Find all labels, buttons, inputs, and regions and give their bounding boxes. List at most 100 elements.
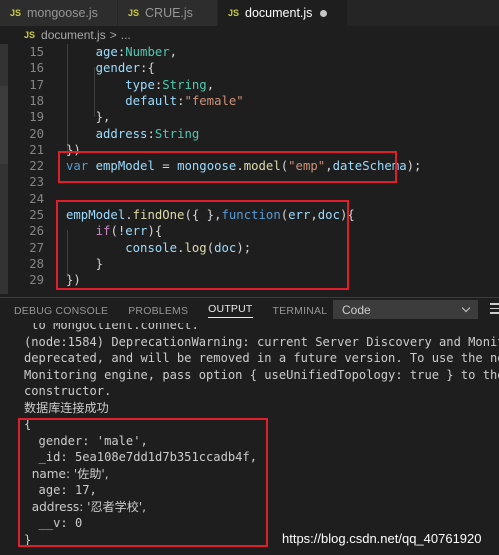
code-token: doc: [214, 240, 237, 255]
line-number: 24: [29, 191, 44, 206]
javascript-file-icon: JS: [24, 30, 36, 40]
code-line[interactable]: 22 var empModel = mongoose.model("emp",da…: [8, 158, 499, 174]
code-token: log: [184, 240, 207, 255]
code-editor[interactable]: 15 age:Number, 16 gender:{17 type:String,…: [8, 44, 499, 294]
code-line[interactable]: 26 if(!err){: [8, 223, 499, 239]
code-token: ({ },: [184, 208, 222, 222]
code-line[interactable]: 25 empModel.findOne({ },function(err,doc)…: [8, 207, 499, 223]
tab-mongoose-js[interactable]: JS mongoose.js: [0, 0, 118, 26]
line-number: 28: [29, 256, 44, 271]
breadcrumb-separator: >: [109, 28, 117, 42]
code-text: type:String,: [66, 77, 214, 93]
code-token: model: [243, 159, 281, 174]
line-number: 21: [29, 142, 44, 157]
code-token: ,: [169, 45, 178, 59]
line-number: 19: [29, 110, 44, 125]
code-token: "emp": [288, 159, 326, 174]
line-number: 23: [29, 175, 44, 190]
tab-problems[interactable]: PROBLEMS: [128, 305, 188, 317]
code-text: }: [66, 256, 103, 272]
code-token: if: [95, 224, 111, 239]
code-token: }): [66, 142, 81, 157]
output-line: gender: 'male',: [24, 433, 148, 448]
code-token: function: [221, 208, 281, 222]
code-line[interactable]: 28 }: [8, 256, 499, 272]
code-line[interactable]: 16 gender:{: [8, 60, 499, 76]
output-panel: to MongoClient.connect. (node:1584) Depre…: [0, 323, 499, 555]
code-line[interactable]: 18 default:"female": [8, 93, 499, 109]
chevron-down-icon: [461, 303, 471, 313]
code-text: gender:{: [66, 60, 155, 76]
line-number: 16: [29, 61, 44, 76]
code-token: err: [288, 208, 311, 222]
list-menu-icon[interactable]: [490, 303, 499, 315]
output-line: (node:1584) DeprecationWarning: current …: [24, 334, 499, 349]
code-token: ,: [325, 159, 333, 174]
editor-scrollbar[interactable]: [489, 44, 499, 294]
output-line: deprecated, and will be removed in a fut…: [24, 351, 499, 365]
code-token: :: [147, 126, 155, 141]
code-text: empModel.findOne({ },function(err,doc){: [66, 207, 355, 223]
code-token: String: [154, 126, 200, 141]
line-number: 25: [29, 208, 44, 222]
code-line[interactable]: 23: [8, 174, 499, 190]
code-line[interactable]: 17 type:String,: [8, 77, 499, 93]
code-token: mongoose: [177, 159, 237, 174]
output-line: name: '佐助',: [24, 466, 109, 481]
code-token: dateSchema: [332, 159, 407, 174]
line-number: 17: [29, 77, 44, 92]
code-token: var: [66, 159, 89, 174]
code-token: ,: [310, 208, 318, 222]
output-channel-select[interactable]: Code: [333, 300, 478, 319]
code-line[interactable]: 21}): [8, 142, 499, 158]
code-line[interactable]: 29}): [8, 272, 499, 288]
unsaved-dot-icon[interactable]: [320, 9, 328, 17]
code-token: console: [125, 240, 178, 255]
tab-debug-console[interactable]: DEBUG CONSOLE: [14, 305, 108, 317]
code-token: ){: [339, 208, 355, 222]
output-line: _id: 5ea108e7dd1d7b351ccadb4f,: [24, 450, 257, 464]
code-line[interactable]: 19 },: [8, 109, 499, 125]
code-token: );: [406, 159, 422, 174]
code-line[interactable]: 27 console.log(doc);: [8, 240, 499, 256]
code-token: Number: [125, 45, 170, 59]
tab-output[interactable]: OUTPUT: [208, 303, 253, 318]
code-token: }: [66, 256, 104, 271]
tab-terminal[interactable]: TERMINAL: [273, 305, 328, 317]
line-number: 18: [29, 93, 44, 108]
line-number: 27: [29, 240, 44, 255]
code-line[interactable]: 20 address:String: [8, 126, 499, 142]
code-token: gender: [95, 61, 141, 76]
code-line[interactable]: 24: [8, 191, 499, 207]
code-token: .: [125, 208, 133, 222]
javascript-file-icon: JS: [128, 8, 140, 18]
code-token: );: [236, 240, 252, 255]
code-line[interactable]: 15 age:Number,: [8, 44, 499, 60]
tab-label: CRUE.js: [145, 6, 193, 20]
code-text: console.log(doc);: [66, 240, 251, 256]
line-number: 26: [29, 224, 44, 239]
code-token: age: [95, 45, 118, 59]
code-token: findOne: [132, 208, 185, 222]
tab-document-js[interactable]: JS document.js: [218, 0, 348, 26]
code-token: .: [236, 159, 244, 174]
tab-label: document.js: [245, 6, 313, 20]
breadcrumb-more[interactable]: ...: [121, 28, 131, 42]
code-token: empModel: [66, 208, 126, 222]
code-token: ,: [206, 77, 215, 92]
output-channel-value: Code: [342, 302, 371, 317]
code-token: type: [125, 77, 155, 92]
code-token: ){: [147, 224, 163, 239]
code-text: address:String: [66, 126, 200, 142]
tab-crue-js[interactable]: JS CRUE.js: [118, 0, 218, 26]
output-line: Monitoring engine, pass option { useUnif…: [24, 367, 499, 382]
code-text: var empModel = mongoose.model("emp",date…: [66, 158, 421, 174]
editor-tab-bar: JS mongoose.js JS CRUE.js JS document.js: [0, 0, 499, 26]
output-line: __v: 0: [24, 516, 83, 530]
breadcrumb-file[interactable]: document.js: [41, 28, 106, 42]
